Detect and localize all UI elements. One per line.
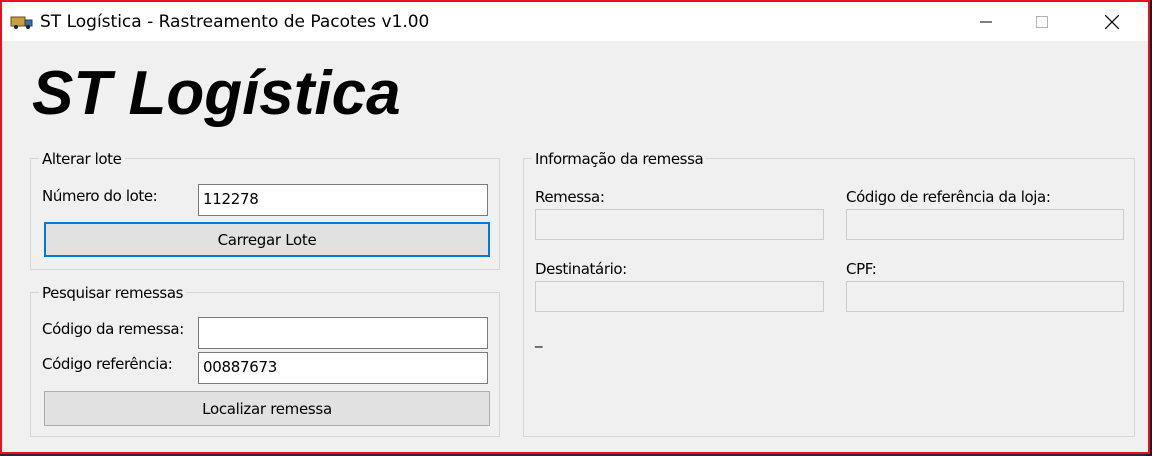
- title-bar[interactable]: ST Logística - Rastreamento de Pacotes v…: [2, 2, 1148, 41]
- codigo-referencia-input[interactable]: 00887673: [198, 352, 488, 384]
- main-window: ST Logística - Rastreamento de Pacotes v…: [0, 0, 1150, 454]
- codigo-referencia-label: Código referência:: [42, 355, 173, 373]
- destinatario-label: Destinatário:: [535, 260, 627, 278]
- minimize-icon: [980, 21, 992, 22]
- window-title: ST Logística - Rastreamento de Pacotes v…: [40, 12, 430, 32]
- codigo-loja-label: Código de referência da loja:: [846, 188, 1051, 206]
- remessa-label: Remessa:: [535, 188, 605, 206]
- pesquisar-remessas-legend: Pesquisar remessas: [39, 284, 187, 302]
- status-text: _: [535, 330, 543, 348]
- codigo-remessa-input[interactable]: [198, 317, 488, 349]
- numero-lote-input[interactable]: 112278: [198, 184, 488, 216]
- minimize-button[interactable]: [958, 2, 1014, 41]
- destinatario-field[interactable]: [535, 281, 824, 312]
- carregar-lote-button[interactable]: Carregar Lote: [44, 222, 490, 257]
- close-icon: [1105, 14, 1119, 29]
- cpf-field[interactable]: [846, 281, 1124, 312]
- informacao-remessa-legend: Informação da remessa: [532, 150, 707, 168]
- truck-icon: [10, 16, 33, 29]
- localizar-remessa-button[interactable]: Localizar remessa: [44, 391, 490, 426]
- alterar-lote-legend: Alterar lote: [39, 150, 125, 168]
- numero-lote-label: Número do lote:: [42, 187, 158, 205]
- codigo-remessa-label: Código da remessa:: [42, 320, 184, 338]
- maximize-button[interactable]: [1014, 2, 1070, 41]
- remessa-field[interactable]: [535, 209, 824, 240]
- brand-title: ST Logística: [32, 59, 401, 128]
- codigo-loja-field[interactable]: [846, 209, 1124, 240]
- close-button[interactable]: [1084, 2, 1140, 41]
- maximize-icon: [1036, 15, 1048, 28]
- cpf-label: CPF:: [846, 260, 877, 278]
